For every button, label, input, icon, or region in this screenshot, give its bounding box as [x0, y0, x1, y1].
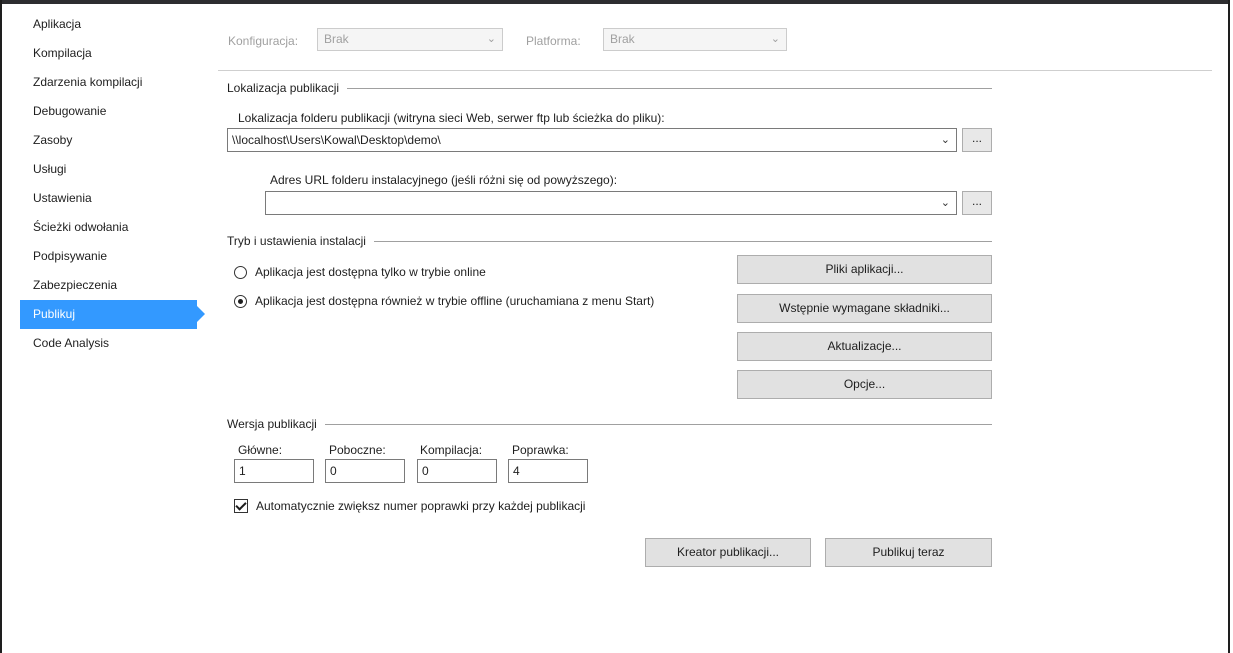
application-files-button[interactable]: Pliki aplikacji...: [737, 255, 992, 284]
publish-folder-value: \\localhost\Users\Kowal\Desktop\demo\: [232, 133, 441, 147]
chevron-down-icon: ⌄: [486, 33, 496, 45]
minor-version-input[interactable]: 0: [325, 459, 405, 483]
group-title-publish-location: Lokalizacja publikacji: [227, 81, 348, 95]
publish-folder-label: Lokalizacja folderu publikacji (witryna …: [238, 111, 665, 125]
sidebar-item-code-analysis[interactable]: Code Analysis: [20, 329, 216, 358]
prerequisites-button[interactable]: Wstępnie wymagane składniki...: [737, 294, 992, 323]
sidebar-item-signing[interactable]: Podpisywanie: [20, 242, 216, 271]
sidebar-item-resources[interactable]: Zasoby: [20, 126, 216, 155]
build-label: Kompilacja:: [420, 443, 483, 457]
sidebar-item-build[interactable]: Kompilacja: [20, 39, 216, 68]
radio-online-only-indicator[interactable]: [234, 265, 247, 279]
auto-increment-checkbox[interactable]: [234, 499, 248, 513]
publish-wizard-button[interactable]: Kreator publikacji...: [645, 538, 811, 567]
group-title-install-mode: Tryb i ustawienia instalacji: [227, 234, 374, 248]
sidebar-item-build-events[interactable]: Zdarzenia kompilacji: [20, 68, 216, 97]
sidebar-item-security[interactable]: Zabezpieczenia: [20, 271, 216, 300]
platform-value: Brak: [610, 32, 635, 46]
minor-label: Poboczne:: [329, 443, 386, 457]
revision-version-input[interactable]: 4: [508, 459, 588, 483]
build-version-input[interactable]: 0: [417, 459, 497, 483]
platform-label: Platforma:: [526, 34, 581, 48]
major-version-input[interactable]: 1: [234, 459, 314, 483]
sidebar-item-publish[interactable]: Publikuj: [20, 300, 205, 329]
browse-publish-folder-button[interactable]: ...: [962, 128, 992, 152]
revision-label: Poprawka:: [512, 443, 569, 457]
sidebar-item-services[interactable]: Usługi: [20, 155, 216, 184]
window-right-border: [1228, 0, 1230, 653]
sidebar-item-reference-paths[interactable]: Ścieżki odwołania: [20, 213, 216, 242]
sidebar-item-application[interactable]: Aplikacja: [20, 10, 216, 39]
updates-button[interactable]: Aktualizacje...: [737, 332, 992, 361]
platform-combo[interactable]: Brak ⌄: [603, 28, 787, 51]
header-divider: [218, 70, 1212, 71]
sidebar-item-debug[interactable]: Debugowanie: [20, 97, 216, 126]
sidebar-item-settings[interactable]: Ustawienia: [20, 184, 216, 213]
publish-now-button[interactable]: Publikuj teraz: [825, 538, 992, 567]
radio-offline-label: Aplikacja jest dostępna również w trybie…: [255, 294, 655, 308]
configuration-label: Konfiguracja:: [228, 34, 299, 48]
window-top-border: [0, 0, 1230, 4]
configuration-value: Brak: [324, 32, 349, 46]
chevron-down-icon: ⌄: [770, 33, 780, 45]
group-line-publish-version: [228, 424, 992, 425]
auto-increment-label: Automatycznie zwiększ numer poprawki prz…: [256, 499, 586, 513]
auto-increment-checkbox-row[interactable]: Automatycznie zwiększ numer poprawki prz…: [234, 499, 585, 513]
install-url-combo[interactable]: ⌄: [265, 191, 957, 215]
install-url-label: Adres URL folderu instalacyjnego (jeśli …: [270, 173, 618, 187]
radio-online-only-label: Aplikacja jest dostępna tylko w trybie o…: [255, 265, 486, 279]
configuration-combo[interactable]: Brak ⌄: [317, 28, 503, 51]
publish-folder-combo[interactable]: \\localhost\Users\Kowal\Desktop\demo\ ⌄: [227, 128, 957, 152]
window-left-border: [0, 0, 2, 653]
major-label: Główne:: [238, 443, 283, 457]
browse-install-url-button[interactable]: ...: [962, 191, 992, 215]
radio-offline[interactable]: Aplikacja jest dostępna również w trybie…: [234, 294, 654, 308]
radio-offline-indicator[interactable]: [234, 294, 247, 308]
chevron-down-icon: ⌄: [940, 134, 950, 146]
radio-online-only[interactable]: Aplikacja jest dostępna tylko w trybie o…: [234, 265, 486, 279]
property-pages-sidebar: Aplikacja Kompilacja Zdarzenia kompilacj…: [20, 10, 216, 358]
options-button[interactable]: Opcje...: [737, 370, 992, 399]
group-title-publish-version: Wersja publikacji: [227, 417, 325, 431]
chevron-down-icon: ⌄: [940, 197, 950, 209]
